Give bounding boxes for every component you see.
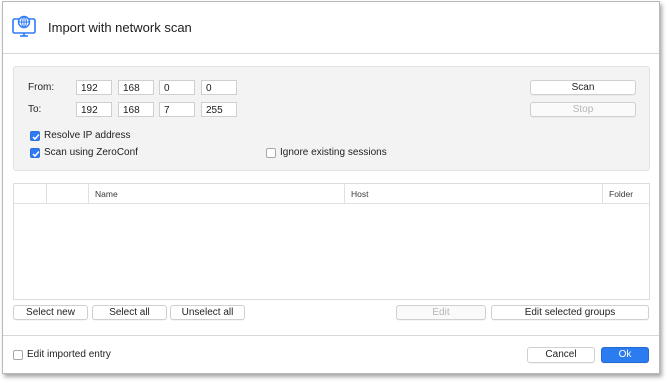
table-body: [14, 205, 649, 299]
zeroconf-label: Scan using ZeroConf: [44, 147, 138, 158]
from-octet-3[interactable]: [159, 80, 195, 95]
select-all-button[interactable]: Select all: [92, 305, 167, 320]
edit-selected-groups-button[interactable]: Edit selected groups: [491, 305, 649, 320]
stop-button[interactable]: Stop: [530, 102, 636, 117]
to-octet-3[interactable]: [159, 102, 195, 117]
to-octet-1[interactable]: [76, 102, 112, 117]
column-header-select[interactable]: [14, 184, 46, 204]
scan-settings-panel: From: To: Scan Stop Resolve IP address S…: [13, 66, 650, 171]
column-header-status[interactable]: [46, 184, 88, 204]
unselect-all-button[interactable]: Unselect all: [170, 305, 245, 320]
import-dialog: Import with network scan From: To: Scan …: [2, 1, 660, 374]
to-label: To:: [28, 104, 42, 115]
edit-imported-entry-checkbox[interactable]: Edit imported entry: [13, 349, 111, 360]
checkbox-checked-icon: [30, 130, 40, 141]
ignore-existing-label: Ignore existing sessions: [280, 147, 387, 158]
dialog-title: Import with network scan: [48, 20, 192, 35]
cancel-button[interactable]: Cancel: [527, 347, 595, 363]
zeroconf-checkbox[interactable]: Scan using ZeroConf: [30, 147, 138, 158]
ok-button[interactable]: Ok: [601, 347, 649, 363]
scan-button[interactable]: Scan: [530, 80, 636, 95]
select-new-button[interactable]: Select new: [13, 305, 88, 320]
footer-divider: [3, 335, 659, 336]
monitor-network-icon: [12, 15, 38, 39]
edit-imported-entry-label: Edit imported entry: [27, 349, 111, 360]
to-octet-2[interactable]: [118, 102, 154, 117]
title-bar: Import with network scan: [3, 2, 659, 54]
checkbox-checked-icon: [30, 147, 40, 158]
checkbox-unchecked-icon: [13, 349, 23, 360]
sessions-table: Name Host Folder: [13, 183, 650, 300]
from-octet-2[interactable]: [118, 80, 154, 95]
from-octet-1[interactable]: [76, 80, 112, 95]
ignore-existing-checkbox[interactable]: Ignore existing sessions: [266, 147, 387, 158]
to-octet-4[interactable]: [201, 102, 237, 117]
from-label: From:: [28, 82, 55, 93]
column-header-host[interactable]: Host: [344, 184, 602, 204]
resolve-ip-checkbox[interactable]: Resolve IP address: [30, 130, 131, 141]
resolve-ip-label: Resolve IP address: [44, 130, 131, 141]
from-octet-4[interactable]: [201, 80, 237, 95]
column-header-folder[interactable]: Folder: [602, 184, 649, 204]
table-header: Name Host Folder: [14, 184, 649, 204]
column-header-name[interactable]: Name: [88, 184, 344, 204]
checkbox-unchecked-icon: [266, 147, 276, 158]
edit-button[interactable]: Edit: [396, 305, 486, 320]
